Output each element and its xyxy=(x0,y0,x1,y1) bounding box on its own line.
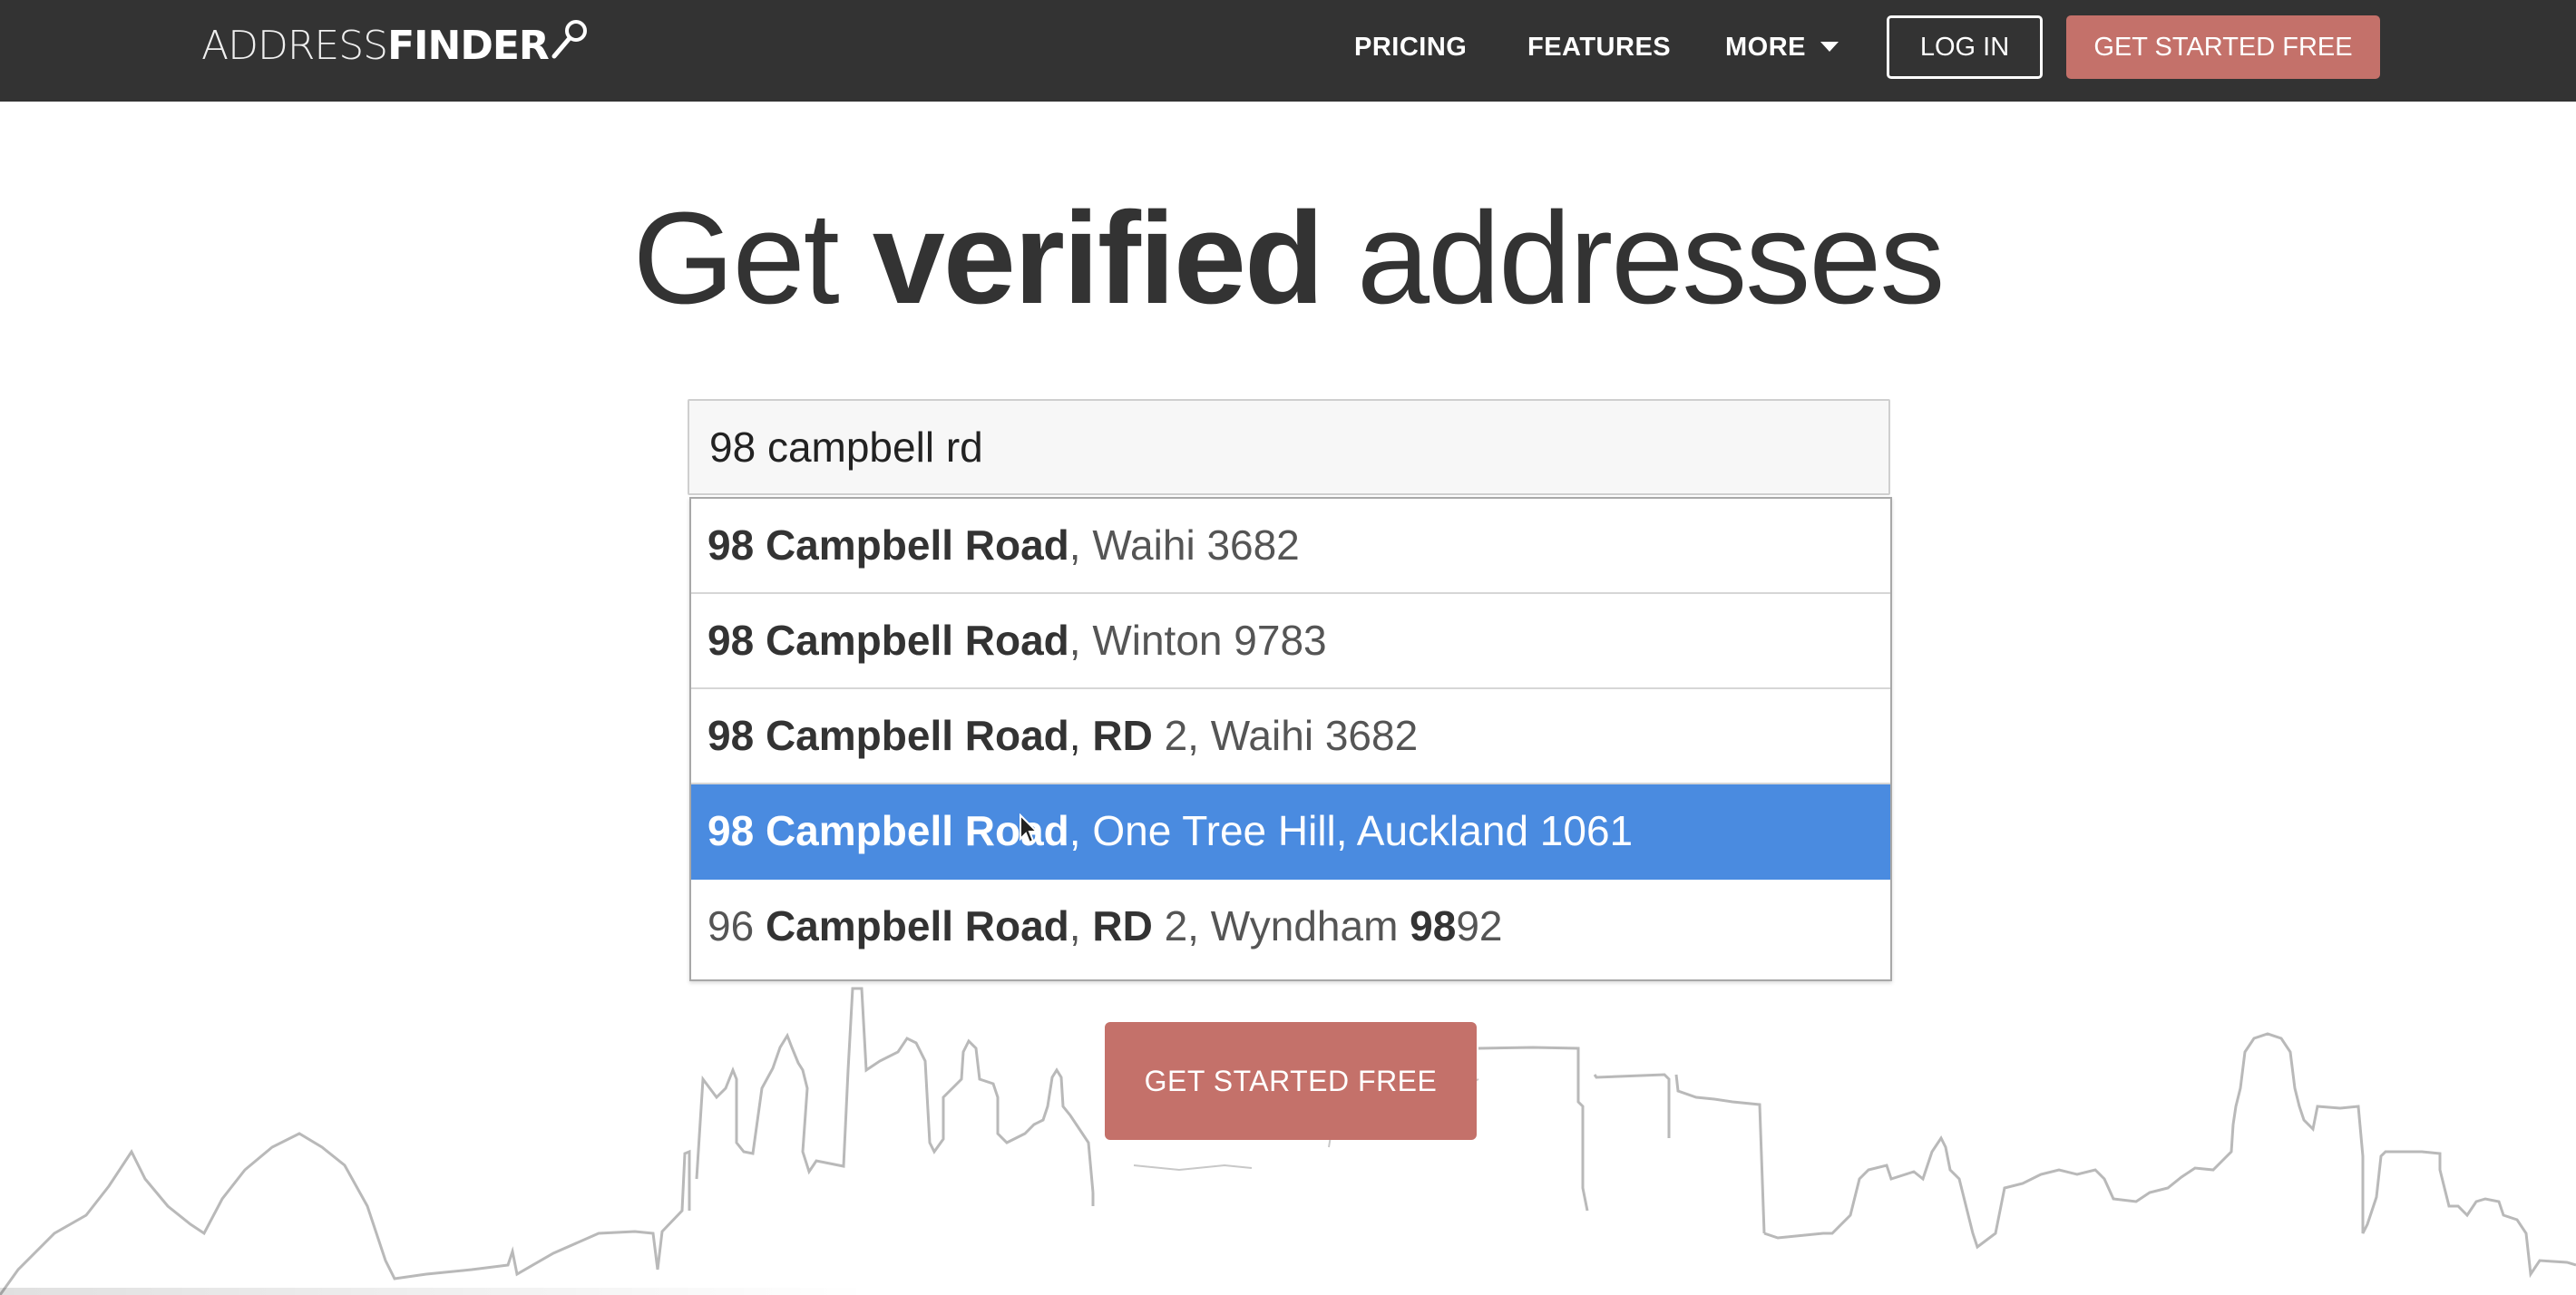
suggestion-locality: 2, Wyndham xyxy=(1152,902,1410,949)
get-started-nav-button[interactable]: GET STARTED FREE xyxy=(2066,15,2380,79)
suggestion-item[interactable]: 98 Campbell Road, Winton 9783 xyxy=(691,594,1890,689)
suggestion-number: 98 xyxy=(707,807,755,854)
suggestion-number: 98 xyxy=(707,712,755,759)
suggestion-item-selected[interactable]: 98 Campbell Road, One Tree Hill, Aucklan… xyxy=(691,784,1890,880)
suggestion-rd: RD xyxy=(1092,712,1153,759)
suggestion-street: Campbell Road xyxy=(765,902,1069,949)
suggestion-item[interactable]: 98 Campbell Road, Waihi 3682 xyxy=(691,499,1890,594)
hero-headline: Get verified addresses xyxy=(0,181,2576,336)
top-navbar: ADDRESS FINDER PRICING FEATURES MORE LOG … xyxy=(0,0,2576,102)
magnifier-key-icon xyxy=(551,20,587,59)
nav-pricing-link[interactable]: PRICING xyxy=(1354,27,1467,67)
suggestion-postcode-rest: 92 xyxy=(1456,902,1503,949)
suggestion-separator: , xyxy=(1068,902,1093,949)
logo-text-thin: ADDRESS xyxy=(201,22,388,69)
headline-part2: addresses xyxy=(1322,185,1945,331)
suggestion-locality: , One Tree Hill, Auckland 1061 xyxy=(1068,807,1634,854)
bottom-edge-shadow xyxy=(0,1288,871,1295)
suggestion-street: Campbell Road xyxy=(765,521,1069,569)
suggestion-postcode-match: 98 xyxy=(1410,902,1457,949)
logo-text-bold: FINDER xyxy=(387,22,550,69)
address-suggestions-dropdown: 98 Campbell Road, Waihi 3682 98 Campbell… xyxy=(689,497,1892,981)
mouse-pointer-icon xyxy=(1020,813,1039,844)
suggestion-street: Campbell Road xyxy=(765,712,1069,759)
suggestion-item[interactable]: 96 Campbell Road, RD 2, Wyndham 9892 xyxy=(691,880,1890,975)
nav-features-link[interactable]: FEATURES xyxy=(1527,27,1671,67)
suggestion-separator: , xyxy=(1068,712,1093,759)
suggestion-locality: , Waihi 3682 xyxy=(1068,521,1300,569)
suggestion-rd: RD xyxy=(1092,902,1153,949)
suggestion-street: Campbell Road xyxy=(765,617,1069,664)
get-started-free-button[interactable]: GET STARTED FREE xyxy=(1105,1022,1477,1140)
headline-part1: Get xyxy=(632,185,873,331)
addressfinder-logo[interactable]: ADDRESS FINDER xyxy=(201,18,590,73)
suggestion-number: 98 xyxy=(707,521,755,569)
caret-down-icon xyxy=(1820,41,1839,52)
headline-bold: verified xyxy=(872,185,1324,331)
nav-more-menu[interactable]: MORE xyxy=(1725,27,1839,67)
suggestion-number: 98 xyxy=(707,617,755,664)
suggestion-item[interactable]: 98 Campbell Road, RD 2, Waihi 3682 xyxy=(691,689,1890,784)
suggestion-locality: 2, Waihi 3682 xyxy=(1152,712,1419,759)
suggestion-number: 96 xyxy=(707,902,755,949)
login-button[interactable]: LOG IN xyxy=(1887,15,2043,79)
suggestion-locality: , Winton 9783 xyxy=(1068,617,1327,664)
address-search-box xyxy=(688,399,1890,495)
nav-more-label: MORE xyxy=(1725,33,1806,62)
address-search-input[interactable] xyxy=(689,401,1888,493)
